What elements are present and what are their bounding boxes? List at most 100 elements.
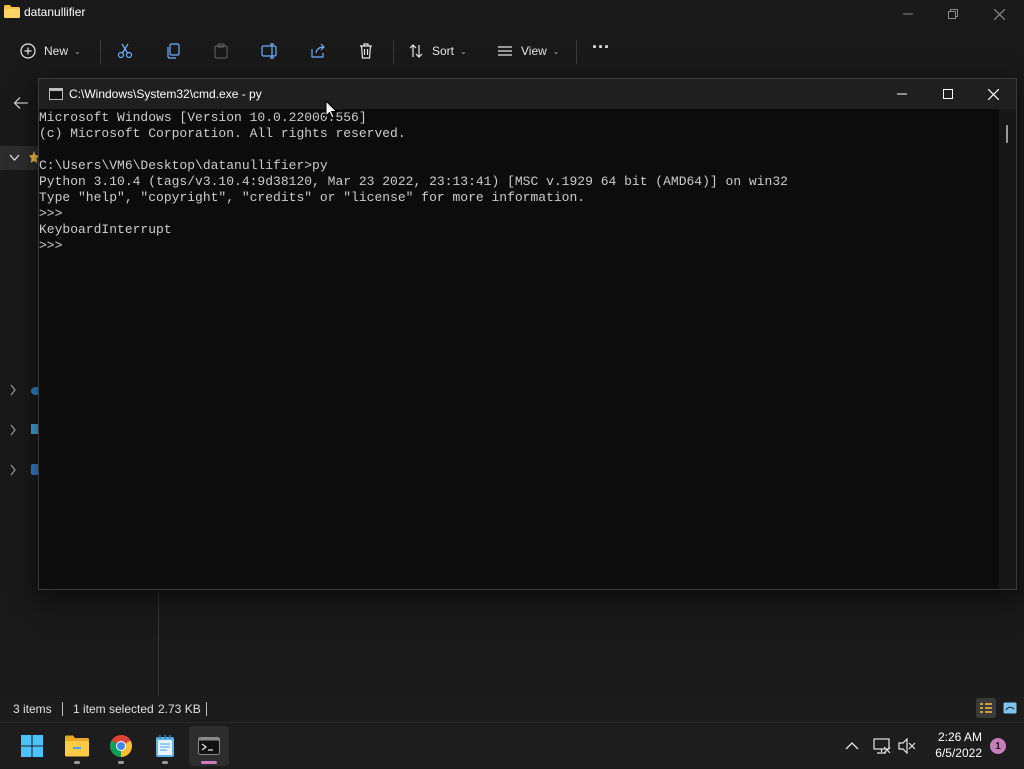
trash-icon: [360, 43, 372, 59]
taskbar: 2:26 AM 6/5/2022 1: [0, 722, 1024, 768]
ellipsis-icon: ···: [592, 36, 610, 57]
clipboard-icon: [214, 43, 228, 59]
new-label: New: [44, 44, 69, 58]
clock[interactable]: 2:26 AM 6/5/2022: [935, 729, 982, 761]
explorer-command-bar: New ⌄ Sort ⌄ View ⌄ ···: [0, 28, 1024, 74]
selection-size: 2.73 KB: [158, 702, 201, 716]
sort-icon: [409, 44, 423, 58]
scissors-icon: [117, 43, 133, 59]
console-line: KeyboardInterrupt: [39, 222, 172, 237]
running-indicator: [201, 761, 217, 764]
toolbar-divider: [100, 40, 101, 64]
sort-label: Sort: [432, 44, 455, 58]
chevron-right-icon: [10, 464, 40, 476]
minimize-icon: [897, 93, 907, 95]
toolbar-divider: [393, 40, 394, 64]
sort-button[interactable]: Sort ⌄: [408, 38, 467, 64]
chrome-icon: [110, 735, 132, 757]
rename-icon: [261, 43, 277, 59]
windows-logo-icon: [21, 735, 43, 757]
cmd-close-button[interactable]: [970, 79, 1016, 109]
explorer-titlebar[interactable]: datanullifier: [0, 0, 1024, 28]
item-count: 3 items: [13, 702, 52, 716]
console-line: (c) Microsoft Corporation. All rights re…: [39, 126, 406, 141]
notification-badge[interactable]: 1: [990, 738, 1006, 754]
copy-button[interactable]: [166, 38, 182, 64]
maximize-icon: [943, 89, 953, 99]
explorer-status-bar: 3 items 1 item selected 2.73 KB: [0, 696, 1024, 722]
volume-muted-icon: [898, 738, 916, 754]
arrow-left-icon: [13, 97, 28, 109]
details-view-icon: [980, 703, 992, 713]
chevron-up-icon: [845, 742, 859, 750]
chevron-right-icon: [10, 424, 40, 436]
clock-time: 2:26 AM: [937, 730, 982, 744]
nav-item-network[interactable]: [10, 463, 40, 480]
more-options-button[interactable]: ···: [592, 34, 610, 60]
console-line: Python 3.10.4 (tags/v3.10.4:9d38120, Mar…: [39, 174, 788, 189]
tiles-view-icon: [1003, 702, 1017, 714]
show-hidden-icons-button[interactable]: [845, 723, 859, 769]
nav-item-onedrive[interactable]: [10, 383, 41, 400]
chevron-down-icon: [9, 154, 20, 161]
details-view-button[interactable]: [976, 698, 996, 718]
selection-status: 1 item selected: [73, 702, 154, 716]
taskbar-chrome[interactable]: [101, 726, 141, 766]
nav-item-quick-access[interactable]: [0, 146, 39, 170]
console-line: >>>: [39, 206, 63, 221]
running-indicator: [74, 761, 80, 764]
back-button[interactable]: [13, 96, 29, 113]
explorer-close-button[interactable]: [976, 0, 1022, 28]
cmd-title: C:\Windows\System32\cmd.exe - py: [69, 87, 262, 101]
cut-button[interactable]: [117, 38, 133, 64]
network-status[interactable]: [873, 723, 891, 769]
status-divider: [206, 702, 207, 716]
minimize-icon: [903, 13, 913, 15]
explorer-restore-button[interactable]: [930, 0, 976, 28]
tiles-view-button[interactable]: [1000, 698, 1020, 718]
console-icon: [49, 88, 63, 100]
plus-circle-icon: [20, 43, 36, 59]
view-label: View: [521, 44, 547, 58]
paste-button[interactable]: [213, 38, 229, 64]
chevron-down-icon: ⌄: [74, 46, 81, 56]
console-line: Microsoft Windows [Version 10.0.22000.55…: [39, 110, 367, 125]
notepad-icon: [156, 735, 174, 757]
start-button[interactable]: [12, 726, 52, 766]
scrollbar-thumb[interactable]: [1006, 125, 1008, 143]
console-line: Type "help", "copyright", "credits" or "…: [39, 190, 586, 205]
share-icon: [311, 43, 325, 58]
taskbar-notepad[interactable]: [145, 726, 185, 766]
clock-date: 6/5/2022: [935, 746, 982, 760]
cmd-titlebar[interactable]: C:\Windows\System32\cmd.exe - py: [39, 79, 1016, 109]
command-prompt-window: C:\Windows\System32\cmd.exe - py Microso…: [38, 78, 1017, 590]
console-output[interactable]: Microsoft Windows [Version 10.0.22000.55…: [39, 109, 999, 589]
explorer-minimize-button[interactable]: [885, 0, 931, 28]
share-button[interactable]: [310, 38, 326, 64]
mouse-cursor-icon: [325, 100, 338, 119]
chevron-right-icon: [10, 384, 41, 396]
running-indicator: [118, 761, 124, 764]
view-button[interactable]: View ⌄: [497, 38, 560, 64]
console-line: C:\Users\VM6\Desktop\datanullifier>py: [39, 158, 328, 173]
folder-icon: [65, 735, 89, 757]
taskbar-file-explorer[interactable]: [57, 726, 97, 766]
cmd-maximize-button[interactable]: [925, 79, 971, 109]
console-line: >>>: [39, 238, 63, 253]
console-text: Microsoft Windows [Version 10.0.22000.55…: [39, 110, 788, 254]
cmd-scrollbar[interactable]: [999, 109, 1016, 589]
rename-button[interactable]: [261, 38, 279, 64]
navigation-pane-divider[interactable]: [158, 592, 159, 696]
cmd-minimize-button[interactable]: [879, 79, 925, 109]
new-button[interactable]: New ⌄: [20, 38, 81, 64]
toolbar-divider: [576, 40, 577, 64]
copy-icon: [167, 43, 180, 59]
status-divider: [62, 702, 63, 716]
folder-icon: [4, 5, 20, 18]
delete-button[interactable]: [358, 38, 374, 64]
volume-status[interactable]: [898, 723, 916, 769]
terminal-icon: [198, 737, 220, 755]
taskbar-terminal[interactable]: [189, 726, 229, 766]
nav-item-this-pc[interactable]: [10, 423, 40, 440]
